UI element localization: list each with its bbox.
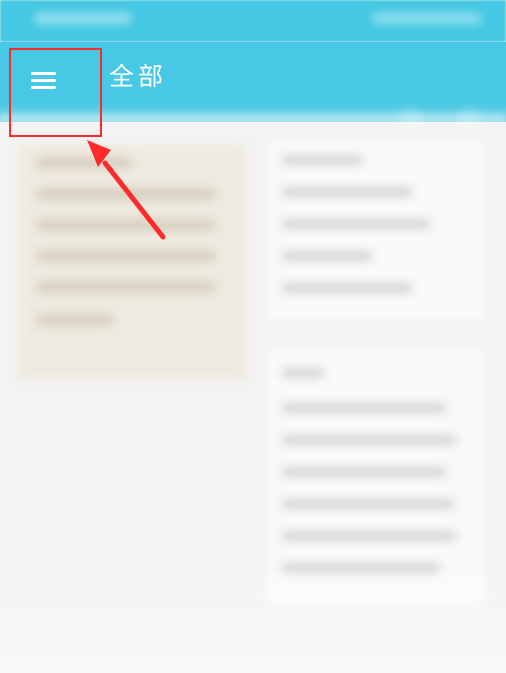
blurred-text-line [281, 467, 447, 477]
blurred-text-line [36, 315, 114, 325]
blurred-text-line [281, 403, 447, 413]
main-content [0, 124, 506, 673]
blurred-note-card[interactable] [267, 141, 485, 319]
status-bar [0, 0, 506, 42]
hamburger-menu-icon [31, 72, 56, 90]
blurred-text-line [36, 282, 216, 292]
blurred-toolbar-icon [399, 109, 423, 133]
blurred-text-line [281, 499, 455, 509]
screen: 全部 [0, 0, 506, 673]
blurred-text-line [281, 435, 457, 445]
blurred-text-line [36, 158, 132, 168]
blurred-text-line [281, 187, 413, 197]
blurred-status-left [34, 12, 132, 25]
blurred-toolbar-icon [457, 109, 481, 133]
blurred-text-line [36, 189, 216, 199]
blurred-text-line [281, 283, 413, 293]
blurred-text-line [36, 220, 216, 230]
blurred-text-line [281, 251, 373, 261]
blurred-text-line [281, 219, 431, 229]
blurred-note-card[interactable] [18, 144, 246, 380]
blurred-status-right [372, 12, 482, 25]
page-title: 全部 [109, 62, 168, 91]
blurred-text-line [281, 155, 363, 165]
blurred-text-line [281, 531, 457, 541]
bottom-fade [0, 553, 506, 673]
blurred-text-line [281, 368, 325, 378]
menu-button[interactable] [9, 48, 102, 137]
blurred-text-line [36, 251, 216, 261]
